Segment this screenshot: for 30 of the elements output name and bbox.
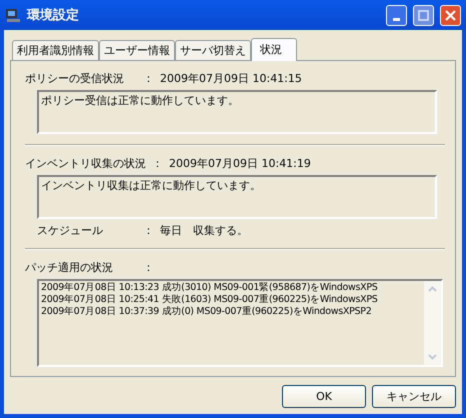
tab[interactable]: ユーザー情報 xyxy=(99,40,175,60)
log-entry: 2009年07月08日 10:13:23 成功(3010) MS09-001緊(958687)をWindowsXPS xyxy=(41,282,378,294)
colon-text: ： xyxy=(152,156,163,171)
status-box: インベントリ収集は正常に動作しています。 xyxy=(37,175,437,219)
log-entry: 2009年07月08日 10:37:39 成功(0) MS09-007重(960225)をWindowsXPSP2 xyxy=(41,306,372,318)
window-title: 環境設定 xyxy=(27,6,80,24)
field-label: パッチ適用の状況 xyxy=(25,260,114,275)
dialog-button[interactable]: キャンセル xyxy=(372,385,456,408)
computer-icon xyxy=(5,7,21,23)
maximize-icon xyxy=(418,10,429,20)
field-label: インベントリ収集の状況 xyxy=(25,156,146,171)
timestamp-text: 2009年07月09日 10:41:15 xyxy=(160,71,302,86)
close-button[interactable] xyxy=(440,4,461,26)
log-entry: 2009年07月08日 10:25:41 失敗(1603) MS09-007重(960225)をWindowsXPS xyxy=(41,294,378,306)
status-box: ポリシー受信は正常に動作しています。 xyxy=(37,90,437,134)
minimize-icon xyxy=(393,18,400,20)
schedule-text: 毎日 収集する。 xyxy=(160,223,248,238)
tab[interactable]: 利用者識別情報 xyxy=(12,40,99,60)
colon-text: ： xyxy=(143,223,154,238)
field-label: ポリシーの受信状況 xyxy=(25,71,125,86)
timestamp-text: 2009年07月09日 10:41:19 xyxy=(169,156,311,171)
colon-text: ： xyxy=(143,260,154,275)
field-label: スケジュール xyxy=(37,223,104,238)
dialog-button[interactable]: OK xyxy=(282,385,366,408)
colon-text: ： xyxy=(143,71,154,86)
tab[interactable]: サーバ切替え xyxy=(175,40,251,60)
close-icon xyxy=(445,10,456,20)
tab[interactable]: 状況 xyxy=(251,38,297,61)
maximize-button[interactable] xyxy=(413,4,434,26)
minimize-button[interactable] xyxy=(386,4,407,26)
